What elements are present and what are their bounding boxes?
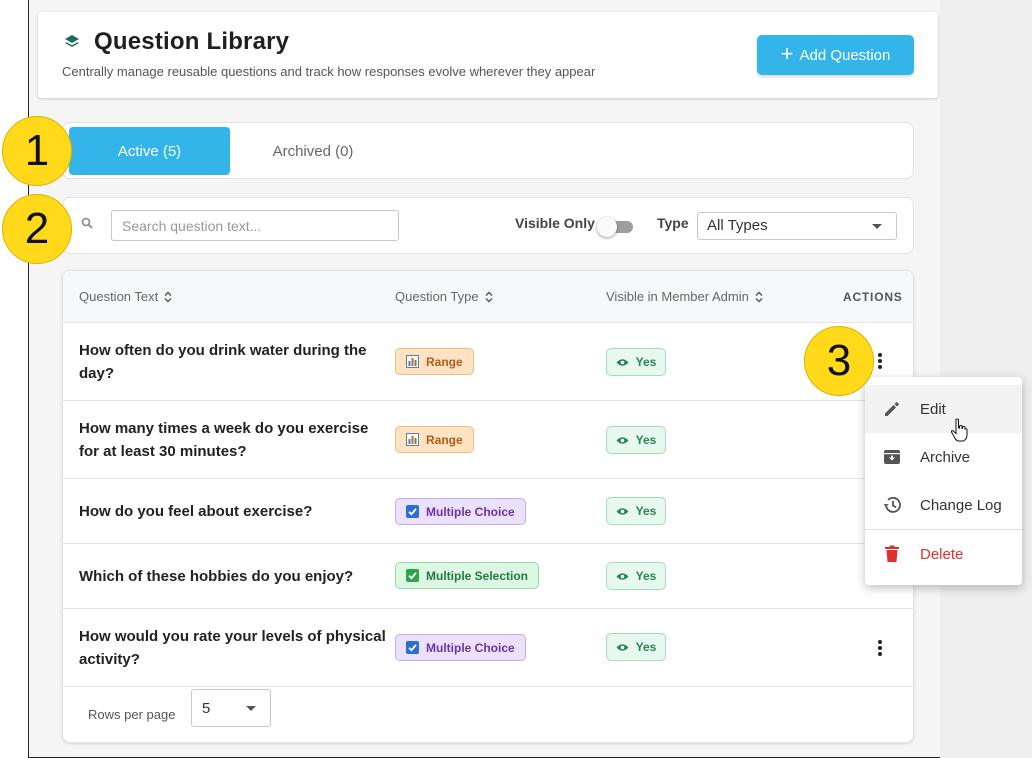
pencil-icon (881, 398, 903, 420)
visible-badge: Yes (606, 562, 666, 590)
caret-down-icon (872, 224, 882, 229)
rows-per-page-label: Rows per page (88, 707, 176, 722)
step-marker-2: 2 (2, 194, 72, 264)
tab-archived[interactable]: Archived (0) (233, 127, 393, 175)
checkbox-icon (406, 505, 419, 518)
table-row: How many times a week do you exercise fo… (63, 401, 913, 479)
column-header-visible[interactable]: Visible in Member Admin (606, 289, 763, 304)
visible-only-toggle[interactable] (597, 217, 635, 237)
question-text: How many times a week do you exercise fo… (79, 420, 369, 460)
type-select-value: All Types (707, 217, 768, 234)
page-subtitle: Centrally manage reusable questions and … (62, 64, 596, 79)
type-badge-label: Multiple Choice (426, 504, 515, 519)
column-label: Question Text (79, 289, 159, 304)
menu-item-change-log[interactable]: Change Log (865, 481, 1022, 529)
search-icon (81, 217, 93, 229)
question-text: How do you feel about exercise? (79, 503, 313, 520)
question-text: How often do you drink water during the … (79, 342, 367, 382)
row-actions-button[interactable] (875, 351, 885, 371)
step-marker-3: 3 (804, 326, 874, 396)
type-badge-range: Range (395, 348, 474, 375)
question-text: How would you rate your levels of physic… (79, 628, 386, 668)
page-title: Question Library (94, 28, 290, 55)
sort-icon (755, 291, 763, 302)
step-marker-1: 1 (2, 116, 72, 186)
question-text: Which of these hobbies do you enjoy? (79, 568, 354, 585)
table-row: Which of these hobbies do you enjoy? Mul… (63, 544, 913, 609)
add-question-label: Add Question (799, 46, 891, 64)
trash-icon (881, 543, 903, 565)
eye-icon (616, 643, 629, 651)
menu-item-label: Archive (920, 448, 971, 466)
visible-badge: Yes (606, 348, 666, 376)
checkbox-icon (406, 641, 419, 654)
search-input[interactable] (111, 210, 399, 241)
eye-icon (616, 436, 629, 444)
menu-item-edit[interactable]: Edit (865, 385, 1022, 433)
visible-badge-label: Yes (635, 433, 657, 447)
visible-badge: Yes (606, 497, 666, 525)
eye-icon (616, 507, 629, 515)
menu-item-delete[interactable]: Delete (865, 530, 1022, 578)
menu-item-label: Edit (920, 400, 946, 418)
eye-icon (616, 358, 629, 366)
table-header: Question Text Question Type Visible in M… (63, 271, 913, 323)
hand-pointer-icon (950, 418, 968, 442)
rows-per-page-select[interactable]: 5 (191, 689, 271, 727)
type-badge-multiple-selection: Multiple Selection (395, 562, 540, 589)
sort-icon (485, 291, 493, 302)
filter-bar: Visible Only Type All Types (62, 197, 914, 254)
visible-badge-label: Yes (635, 640, 657, 654)
visible-only-label: Visible Only (515, 215, 595, 231)
visible-badge: Yes (606, 633, 666, 661)
tabs-bar: Active (5) Archived (0) (62, 122, 914, 179)
bar-chart-icon (406, 433, 419, 446)
row-actions-menu: Edit Archive Change Log Delete (865, 377, 1022, 585)
table-row: How would you rate your levels of physic… (63, 609, 913, 687)
type-badge-multiple-choice: Multiple Choice (395, 634, 526, 661)
eye-icon (616, 572, 629, 580)
bar-chart-icon (406, 355, 419, 368)
check-mark-icon (406, 569, 419, 582)
type-badge-label: Multiple Choice (426, 640, 515, 655)
toggle-knob (597, 217, 617, 237)
type-badge-label: Multiple Selection (426, 568, 529, 583)
visible-badge: Yes (606, 426, 666, 454)
table-row: How often do you drink water during the … (63, 323, 913, 401)
plus-icon: + (780, 41, 794, 66)
visible-badge-label: Yes (635, 355, 657, 369)
column-header-actions: ACTIONS (843, 290, 903, 304)
history-icon (881, 494, 903, 516)
type-badge-range: Range (395, 426, 474, 453)
rows-per-page-value: 5 (202, 700, 211, 717)
column-header-question-text[interactable]: Question Text (79, 289, 172, 304)
menu-item-label: Change Log (920, 496, 1002, 514)
visible-badge-label: Yes (635, 569, 657, 583)
questions-table: Question Text Question Type Visible in M… (62, 270, 914, 743)
type-select[interactable]: All Types (697, 212, 897, 240)
type-badge-label: Range (426, 432, 463, 447)
caret-down-icon (246, 706, 256, 711)
visible-badge-label: Yes (635, 504, 657, 518)
sort-icon (164, 291, 172, 302)
tab-active[interactable]: Active (5) (69, 127, 230, 175)
type-label: Type (657, 215, 689, 231)
add-question-button[interactable]: + Add Question (757, 35, 914, 75)
archive-icon (881, 446, 903, 468)
menu-item-archive[interactable]: Archive (865, 433, 1022, 481)
menu-item-label: Delete (920, 545, 964, 563)
column-label: Question Type (395, 289, 479, 304)
type-badge-multiple-choice: Multiple Choice (395, 498, 526, 525)
header-card: Question Library Centrally manage reusab… (38, 12, 938, 98)
table-row: How do you feel about exercise? Multiple… (63, 479, 913, 544)
column-header-question-type[interactable]: Question Type (395, 289, 493, 304)
row-actions-button[interactable] (875, 638, 885, 658)
type-badge-label: Range (426, 354, 463, 369)
column-label: Visible in Member Admin (606, 289, 749, 304)
layers-icon (65, 35, 79, 47)
